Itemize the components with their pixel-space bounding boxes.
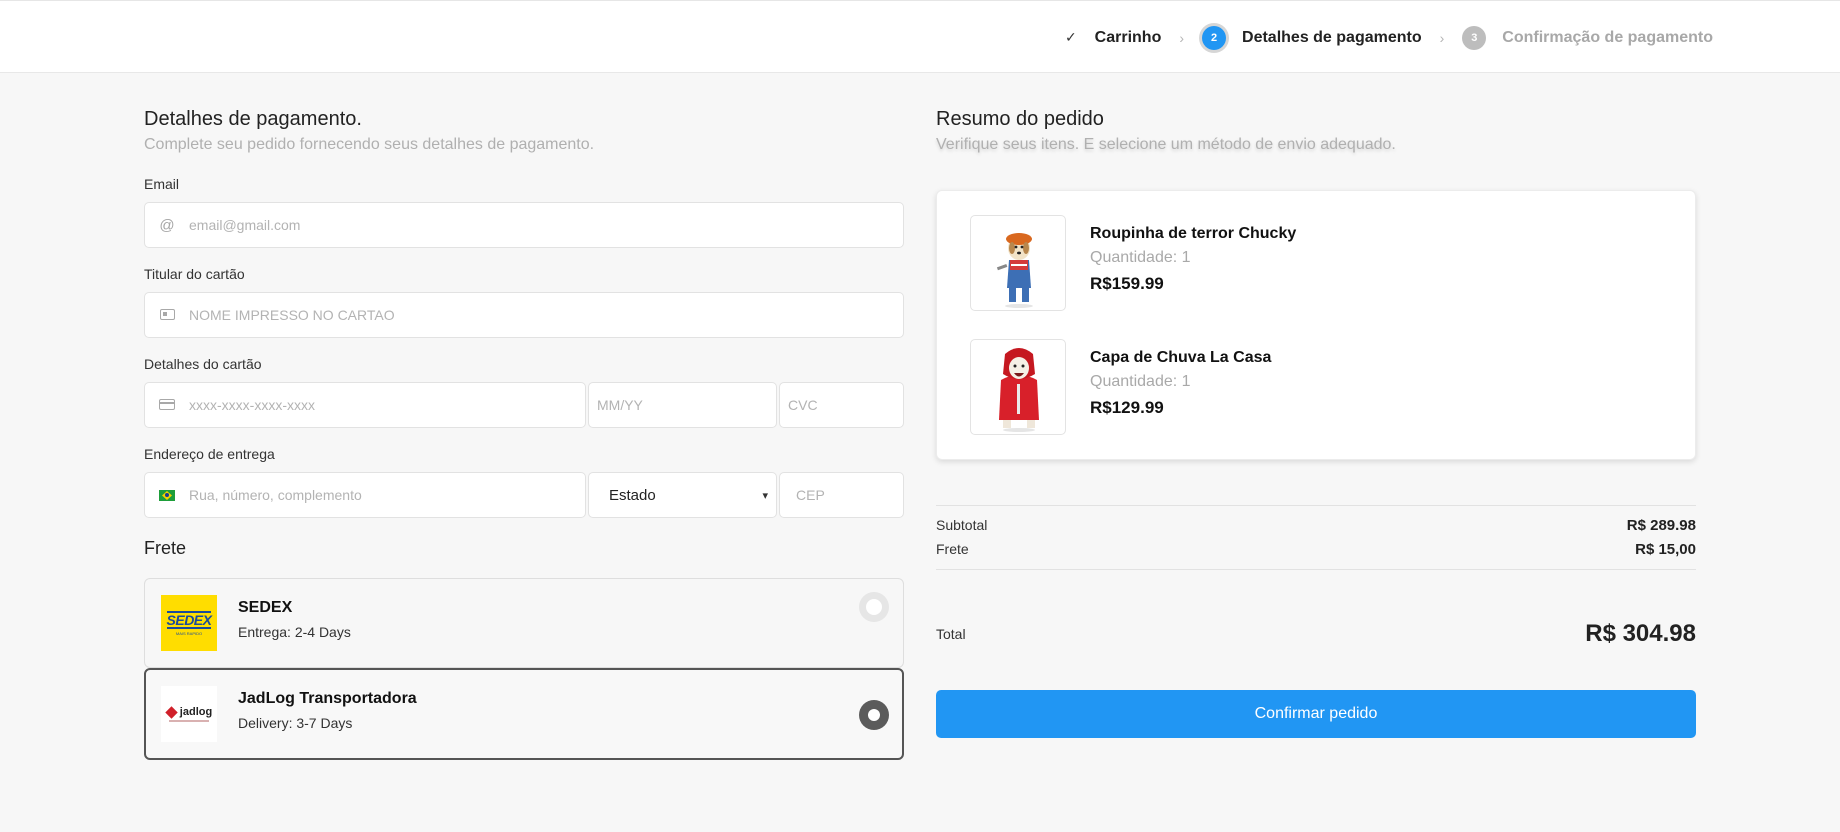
product-name: Roupinha de terror Chucky bbox=[1090, 225, 1297, 242]
subtotal-row: Subtotal R$ 289.98 bbox=[936, 517, 1696, 534]
product-image-raincoat bbox=[970, 339, 1066, 435]
list-item: Capa de Chuva La Casa Quantidade: 1 R$12… bbox=[970, 339, 1670, 435]
card-holder-placeholder: NOME IMPRESSO NO CARTAO bbox=[189, 307, 395, 323]
total-label: Total bbox=[936, 626, 966, 642]
address-row: Rua, número, complemento Estado ▾ CEP bbox=[144, 472, 904, 518]
step-payment-label: Detalhes de pagamento bbox=[1242, 28, 1422, 46]
payment-title: Detalhes de pagamento. bbox=[144, 108, 362, 130]
sedex-logo-tagline: MAIS RAPIDO bbox=[175, 630, 203, 636]
jadlog-cube-icon bbox=[165, 705, 178, 719]
product-quantity: Quantidade: 1 bbox=[1090, 249, 1191, 266]
sedex-logo: SEDEX MAIS RAPIDO bbox=[161, 595, 217, 651]
sedex-logo-text: SEDEX bbox=[166, 610, 212, 629]
shipping-cost-label: Frete bbox=[936, 541, 969, 557]
product-quantity: Quantidade: 1 bbox=[1090, 373, 1191, 390]
card-number-placeholder: xxxx-xxxx-xxxx-xxxx bbox=[189, 397, 315, 413]
card-expiry-field[interactable]: MM/YY bbox=[588, 382, 777, 428]
summary-subtitle: Verifique seus itens. E selecione um mét… bbox=[936, 136, 1396, 153]
address-label: Endereço de entrega bbox=[144, 446, 275, 462]
step-number-badge: 3 bbox=[1462, 25, 1487, 50]
email-placeholder: email@gmail.com bbox=[189, 217, 301, 233]
jadlog-logo-text: jadlog bbox=[179, 706, 213, 718]
email-label: Email bbox=[144, 176, 180, 192]
step-confirmation-label: Confirmação de pagamento bbox=[1502, 28, 1713, 46]
shipping-option-sedex[interactable]: SEDEX MAIS RAPIDO SEDEX Entrega: 2-4 Day… bbox=[144, 578, 904, 668]
card-details-row: xxxx-xxxx-xxxx-xxxx MM/YY CVC bbox=[144, 382, 904, 428]
email-field[interactable]: @ email@gmail.com bbox=[144, 202, 904, 248]
total-row: Total R$ 304.98 bbox=[936, 620, 1696, 648]
step-payment-confirmation[interactable]: 3 Confirmação de pagamento bbox=[1462, 25, 1713, 50]
id-card-icon bbox=[145, 307, 189, 324]
check-icon: ✓ bbox=[1064, 29, 1077, 45]
chevron-down-icon: ▾ bbox=[762, 489, 768, 502]
checkout-header: ✓ Carrinho › 2 Detalhes de pagamento › 3… bbox=[0, 0, 1840, 73]
subtotal-label: Subtotal bbox=[936, 517, 988, 533]
order-items-card: Roupinha de terror Chucky Quantidade: 1 … bbox=[936, 190, 1696, 460]
state-select-value: Estado bbox=[609, 486, 656, 504]
shipping-radio-jadlog[interactable] bbox=[859, 700, 889, 730]
list-item: Roupinha de terror Chucky Quantidade: 1 … bbox=[970, 215, 1670, 311]
order-summary: Resumo do pedido Verifique seus itens. E… bbox=[936, 108, 1696, 738]
card-cvc-placeholder: CVC bbox=[788, 397, 818, 413]
state-select[interactable]: Estado ▾ bbox=[588, 472, 777, 518]
step-number-badge: 2 bbox=[1202, 25, 1227, 50]
payment-form: Detalhes de pagamento. Complete seu pedi… bbox=[144, 108, 904, 760]
shipping-option-time: Delivery: 3-7 Days bbox=[238, 715, 353, 731]
shipping-cost-value: R$ 15,00 bbox=[1635, 541, 1696, 558]
shipping-option-name: JadLog Transportadora bbox=[238, 690, 417, 707]
brazil-flag-icon bbox=[145, 487, 189, 504]
card-holder-label: Titular do cartão bbox=[144, 266, 245, 282]
step-cart-label: Carrinho bbox=[1094, 28, 1162, 46]
divider bbox=[936, 505, 1696, 506]
chevron-right-icon: › bbox=[1179, 29, 1185, 46]
payment-subtitle: Complete seu pedido fornecendo seus deta… bbox=[144, 136, 595, 153]
card-cvc-field[interactable]: CVC bbox=[779, 382, 904, 428]
shipping-option-time: Entrega: 2-4 Days bbox=[238, 624, 351, 640]
product-image-chucky bbox=[970, 215, 1066, 311]
card-number-field[interactable]: xxxx-xxxx-xxxx-xxxx bbox=[144, 382, 586, 428]
street-field[interactable]: Rua, número, complemento bbox=[144, 472, 586, 518]
step-cart[interactable]: ✓ Carrinho bbox=[1065, 29, 1161, 47]
jadlog-logo: jadlog bbox=[161, 686, 217, 742]
total-value: R$ 304.98 bbox=[1585, 620, 1696, 647]
chevron-right-icon: › bbox=[1439, 29, 1445, 46]
confirm-order-button[interactable]: Confirmar pedido bbox=[936, 690, 1696, 738]
checkout-stepper: ✓ Carrinho › 2 Detalhes de pagamento › 3… bbox=[1065, 1, 1713, 74]
jadlog-logo-underline bbox=[169, 720, 209, 722]
product-price: R$159.99 bbox=[1090, 274, 1164, 293]
shipping-title: Frete bbox=[144, 538, 187, 558]
card-expiry-placeholder: MM/YY bbox=[597, 397, 643, 413]
step-payment-details[interactable]: 2 Detalhes de pagamento bbox=[1202, 25, 1422, 50]
summary-title: Resumo do pedido bbox=[936, 108, 1104, 130]
divider bbox=[936, 569, 1696, 570]
shipping-option-name: SEDEX bbox=[238, 599, 293, 616]
zip-placeholder: CEP bbox=[796, 487, 825, 503]
zip-field[interactable]: CEP bbox=[779, 472, 904, 518]
credit-card-icon bbox=[145, 397, 189, 414]
shipping-radio-sedex[interactable] bbox=[859, 592, 889, 622]
at-icon: @ bbox=[159, 216, 175, 234]
card-holder-field[interactable]: NOME IMPRESSO NO CARTAO bbox=[144, 292, 904, 338]
card-details-label: Detalhes do cartão bbox=[144, 356, 262, 372]
product-name: Capa de Chuva La Casa bbox=[1090, 349, 1272, 366]
shipping-option-jadlog[interactable]: jadlog JadLog Transportadora Delivery: 3… bbox=[144, 668, 904, 760]
product-price: R$129.99 bbox=[1090, 398, 1164, 417]
street-placeholder: Rua, número, complemento bbox=[189, 487, 362, 503]
shipping-cost-row: Frete R$ 15,00 bbox=[936, 541, 1696, 558]
subtotal-value: R$ 289.98 bbox=[1626, 517, 1696, 534]
